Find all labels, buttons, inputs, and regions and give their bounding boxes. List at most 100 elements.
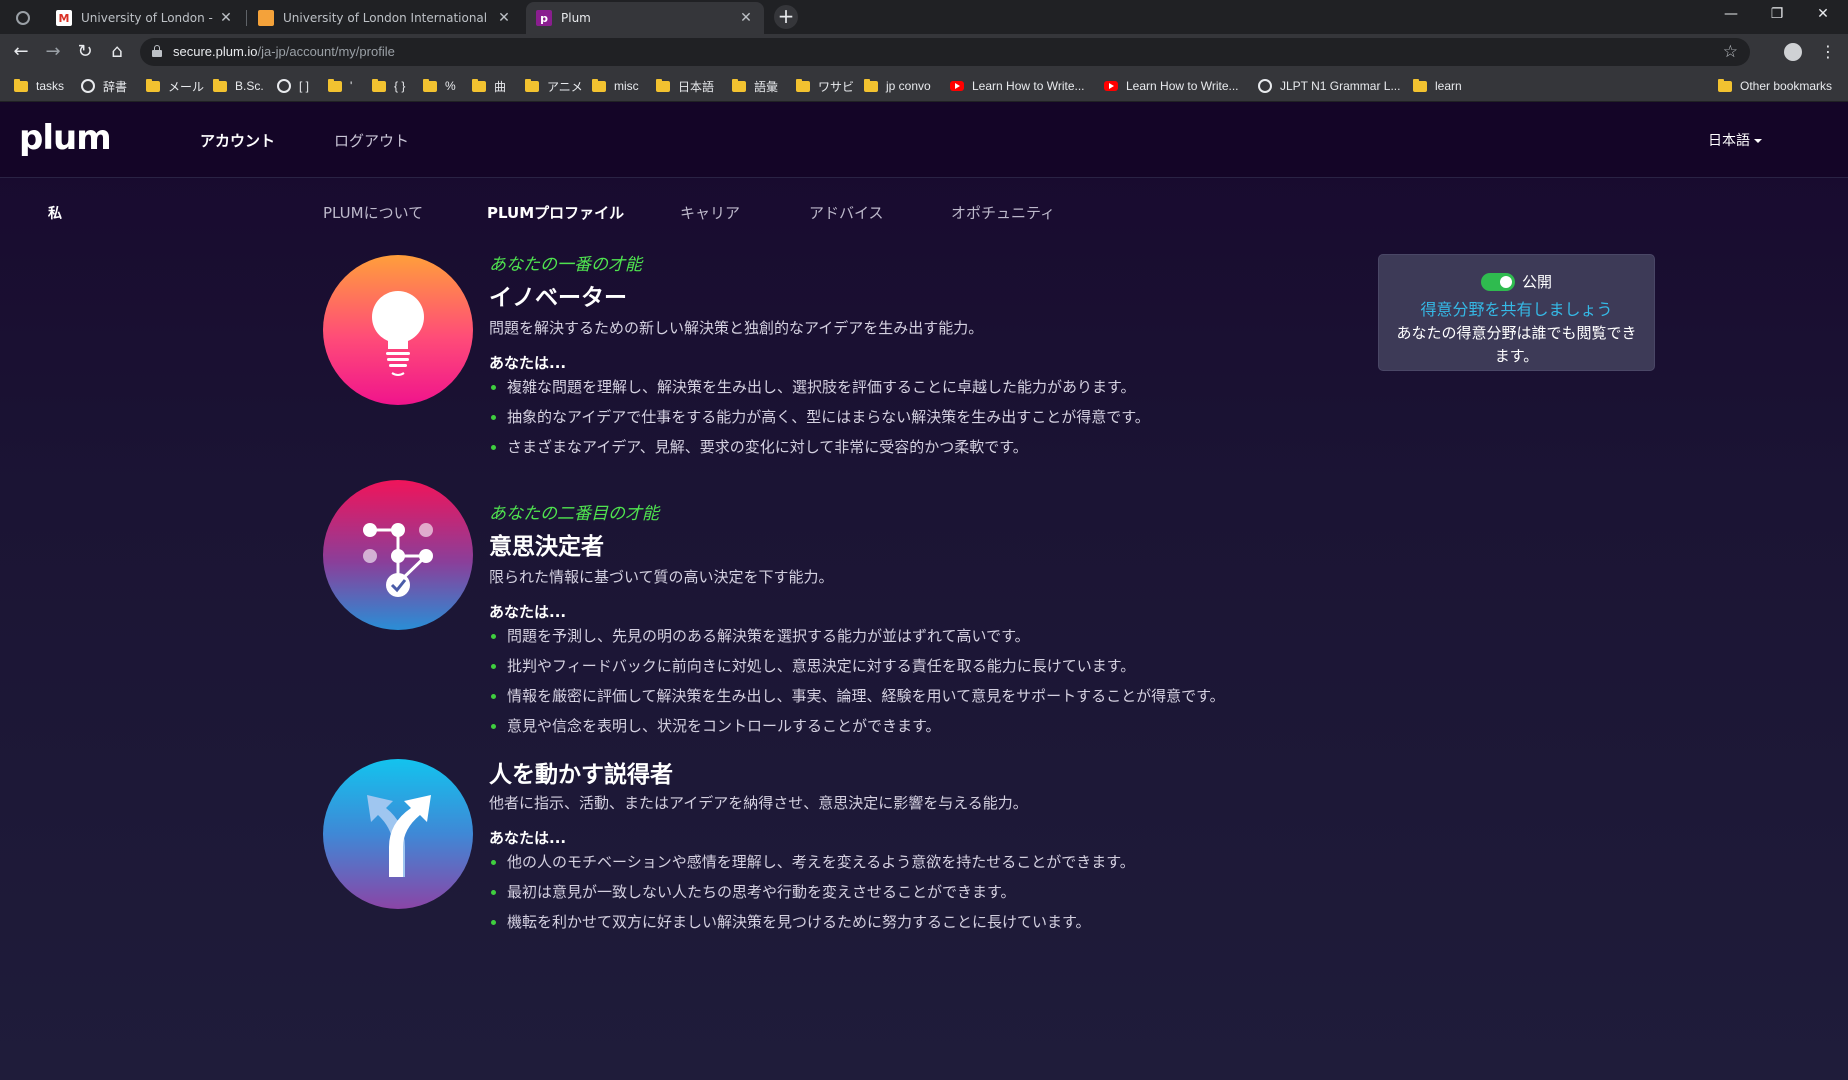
trait-item: 抽象的なアイデアで仕事をする能力が高く、型にはまらない解決策を生み出すことが得意… [489,402,1150,432]
trait-item: さまざまなアイデア、見解、要求の変化に対して非常に受容的かつ柔軟です。 [489,432,1150,462]
bookmark-item[interactable]: ' [328,76,352,96]
url-text: secure.plum.io/ja-jp/account/my/profile [173,44,395,59]
talent-description: 他者に指示、活動、またはアイデアを納得させ、意思決定に影響を与える能力。 [489,794,1028,812]
share-talents-link[interactable]: 得意分野を共有しましょう [1379,296,1654,320]
folder-icon [592,78,606,92]
bookmark-item[interactable]: tasks [14,76,64,96]
plum-logo[interactable]: plum [19,118,112,158]
folder-icon [423,78,437,92]
bookmark-item[interactable]: { } [372,76,405,96]
profile-avatar[interactable] [1784,43,1802,61]
tab-about-plum[interactable]: PLUMについて [323,202,423,223]
talent-title: 人を動かす説得者 [489,762,673,788]
bookmark-item[interactable]: 辞書 [81,76,127,96]
close-icon[interactable]: ✕ [738,10,754,26]
home-icon[interactable]: ⌂ [105,40,129,64]
browser-tab-strip: M University of London - Enquiry 00 ✕ Un… [0,0,1848,34]
bookmark-item[interactable]: learn [1413,76,1462,96]
youtube-icon [1104,81,1118,91]
trait-item: 意見や信念を表明し、状況をコントロールすることができます。 [489,711,1225,741]
talent-description: 限られた情報に基づいて質の高い決定を下す能力。 [489,568,834,586]
tab-opportunity[interactable]: オポチュニティ [951,202,1055,223]
globe-icon [277,79,291,93]
folder-icon [328,78,342,92]
folder-icon [732,78,746,92]
bookmark-star-icon[interactable]: ☆ [1723,42,1738,62]
tab-uol-enquiry[interactable]: M University of London - Enquiry 00 ✕ [46,2,244,34]
folder-icon [14,78,28,92]
talent-rank-label: あなたの一番の才能 [489,255,642,275]
share-note: あなたの得意分野は誰でも閲覧できます。 [1396,324,1637,365]
gmail-icon: M [56,10,72,26]
you-are-heading: あなたは... [489,603,567,621]
tab-title: University of London International [283,11,488,25]
nav-account[interactable]: アカウント [200,130,275,151]
bookmark-item[interactable]: % [423,76,456,96]
trait-item: 問題を予測し、先見の明のある解決策を選択する能力が並はずれて高いです。 [489,621,1225,651]
innovator-badge [323,255,473,405]
trait-list: 複雑な問題を理解し、解決策を生み出し、選択肢を評価することに卓越した能力がありま… [489,372,1150,462]
new-tab-button[interactable]: + [774,5,798,29]
trait-list: 問題を予測し、先見の明のある解決策を選択する能力が並はずれて高いです。 批判やフ… [489,621,1225,741]
you-are-heading: あなたは... [489,354,567,372]
close-window-button[interactable]: ✕ [1800,0,1846,30]
language-dropdown[interactable]: 日本語 [1708,130,1762,150]
bookmark-item[interactable]: misc [592,76,639,96]
decision-maker-badge [323,480,473,630]
forward-icon[interactable]: → [41,40,65,64]
talent-rank-label: あなたの二番目の才能 [489,504,659,524]
restore-button[interactable]: ❐ [1754,0,1800,30]
tab-title: University of London - Enquiry 00 [81,11,214,25]
bookmark-item[interactable]: Learn How to Write... [950,76,1085,96]
you-are-heading: あなたは... [489,829,567,847]
back-icon[interactable]: ← [9,40,33,64]
bookmark-item[interactable]: JLPT N1 Grammar L... [1258,76,1400,96]
browser-toolbar: ← → ↻ ⌂ secure.plum.io/ja-jp/account/my/… [0,34,1848,70]
persuader-badge [323,759,473,909]
bookmark-item[interactable]: メール [146,76,204,96]
talent-title: イノベーター [489,285,627,311]
trait-item: 複雑な問題を理解し、解決策を生み出し、選択肢を評価することに卓越した能力がありま… [489,372,1150,402]
bookmark-item[interactable]: [ ] [277,76,309,96]
tab-plum-profile[interactable]: PLUMプロファイル [487,202,624,223]
folder-icon [864,78,878,92]
bookmark-item[interactable]: ワサビ [796,76,854,96]
close-icon[interactable]: ✕ [496,10,512,26]
close-icon[interactable]: ✕ [218,10,234,26]
nav-logout[interactable]: ログアウト [334,130,409,151]
menu-kebab-icon[interactable]: ⋮ [1820,40,1836,64]
address-bar[interactable]: secure.plum.io/ja-jp/account/my/profile … [140,38,1750,66]
youtube-icon [950,81,964,91]
minimize-button[interactable]: — [1708,0,1754,30]
folder-icon [1413,78,1427,92]
trait-item: 他の人のモチベーションや感情を理解し、考えを変えるよう意欲を持たせることができま… [489,847,1135,877]
tab-career[interactable]: キャリア [680,202,740,223]
caret-down-icon [1754,139,1762,143]
talent-title: 意思決定者 [489,534,604,560]
other-bookmarks[interactable]: Other bookmarks [1718,76,1832,96]
public-toggle[interactable] [1480,272,1515,291]
bookmark-item[interactable]: 日本語 [656,76,714,96]
globe-icon [1258,79,1272,93]
bookmark-item[interactable]: アニメ [525,76,583,96]
trait-item: 批判やフィードバックに前向きに対処し、意思決定に対する責任を取る能力に長けていま… [489,651,1225,681]
bookmark-item[interactable]: 語彙 [732,76,778,96]
lightbulb-icon [372,291,424,376]
bookmarks-bar: tasks 辞書 メール B.Sc. [ ] ' { } % 曲 アニメ mis… [0,70,1848,102]
trait-item: 情報を厳密に評価して解決策を生み出し、事実、論理、経験を用いて意見をサポートする… [489,681,1225,711]
me-label: 私 [48,206,62,222]
folder-icon [525,78,539,92]
bookmark-item[interactable]: jp convo [864,76,931,96]
reload-icon[interactable]: ↻ [73,40,97,64]
globe-icon [16,11,30,25]
folder-icon [146,78,160,92]
tab-pinned[interactable] [6,2,42,34]
tab-uol-international[interactable]: University of London International ✕ [248,2,522,34]
public-toggle-label: 公開 [1521,273,1552,291]
bookmark-item[interactable]: Learn How to Write... [1104,76,1239,96]
tab-plum[interactable]: p Plum ✕ [526,2,764,34]
tab-separator [246,10,247,26]
tab-advice[interactable]: アドバイス [809,202,884,223]
bookmark-item[interactable]: 曲 [472,76,506,96]
bookmark-item[interactable]: B.Sc. [213,76,264,96]
